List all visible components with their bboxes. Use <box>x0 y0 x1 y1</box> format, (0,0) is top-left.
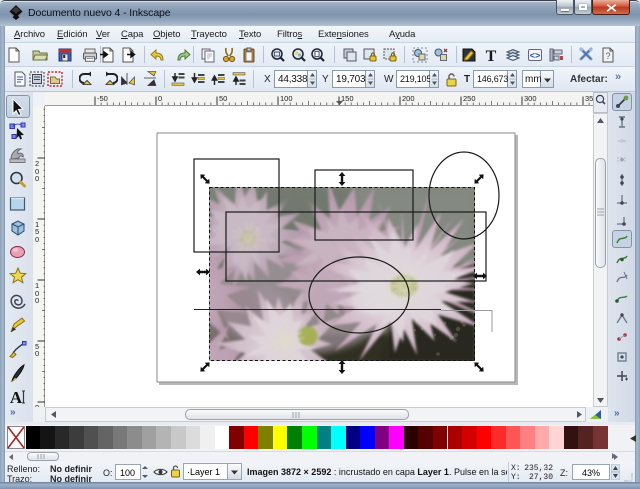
svg-text:300: 300 <box>524 94 537 103</box>
svg-text:50: 50 <box>219 94 227 103</box>
svg-text:<>: <> <box>530 52 541 62</box>
svg-text:T: T <box>486 48 497 63</box>
svg-text:200: 200 <box>402 94 415 103</box>
svg-text:0: 0 <box>35 349 39 358</box>
svg-text:-50: -50 <box>97 94 108 103</box>
svg-text:?: ? <box>605 51 610 61</box>
svg-text:0: 0 <box>35 235 39 244</box>
svg-text:0: 0 <box>35 296 39 305</box>
svg-text:A: A <box>10 388 23 407</box>
svg-text:0: 0 <box>158 94 162 103</box>
svg-text:100: 100 <box>280 94 293 103</box>
svg-text:350: 350 <box>585 94 593 103</box>
svg-text:0: 0 <box>35 174 39 183</box>
svg-text:150: 150 <box>341 94 354 103</box>
svg-text:250: 250 <box>463 94 476 103</box>
